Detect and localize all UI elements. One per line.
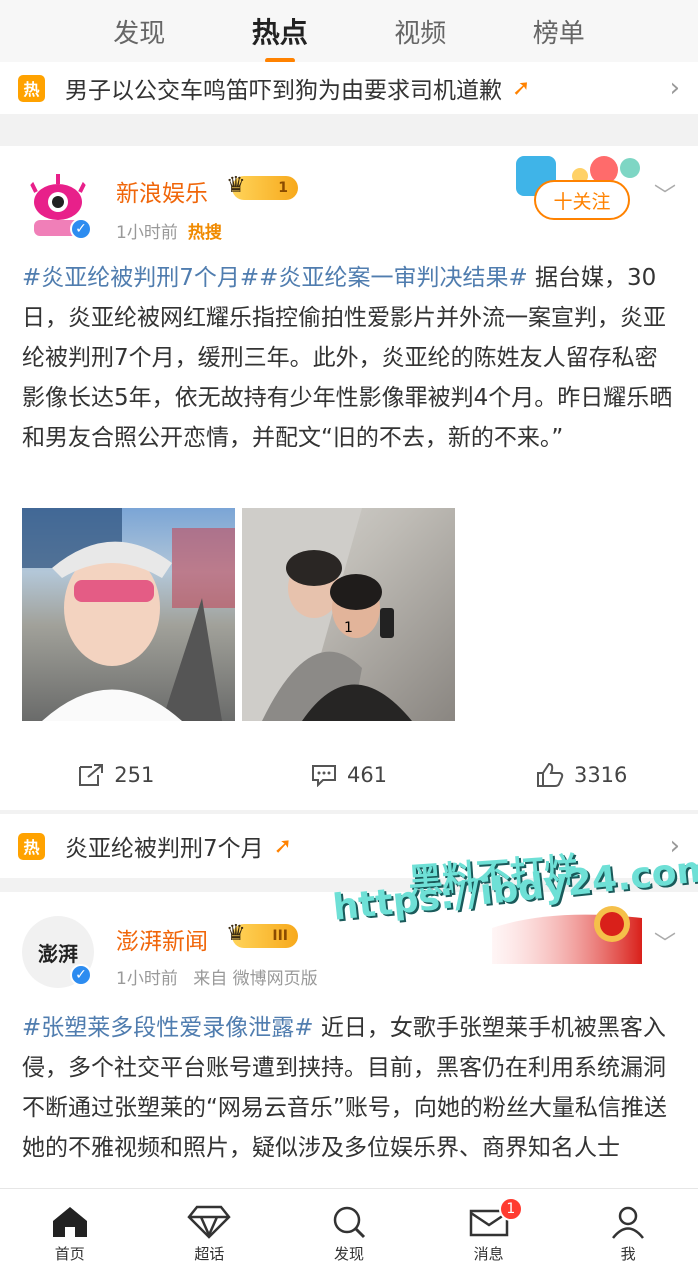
comment-icon (311, 765, 336, 787)
post-actions: 251 461 3316 (0, 750, 698, 800)
chevron-down-icon[interactable]: ﹀ (654, 926, 676, 958)
search-icon (333, 1206, 366, 1239)
tab-video[interactable]: 视频 (394, 13, 446, 50)
repost-button[interactable]: 251 (0, 750, 233, 800)
vip-badge: ♛ 1 (226, 173, 298, 200)
top-tab-bar: 发现 热点 视频 榜单 (0, 0, 698, 62)
unread-badge: 1 (498, 1197, 523, 1221)
hot-badge-icon: 热 (18, 832, 45, 860)
crown-icon: ♛ (226, 173, 246, 198)
post-meta: 1小时前 热搜 (116, 218, 222, 243)
post-card[interactable]: 澎湃 ✓ 澎湃新闻 ♛ III 1小时前 来自 微博网页版 ﹀ #张塑莱多段性爱… (0, 892, 698, 1192)
hot-badge-icon: 热 (18, 74, 45, 102)
weibo-hot-feed: 发现 热点 视频 榜单 热 男子以公交车鸣笛吓到狗为由要求司机道歉 ➚ › ✓ … (0, 0, 698, 1280)
vip-badge: ♛ III (226, 921, 298, 948)
thumbs-up-icon (536, 762, 564, 787)
comment-count: 461 (346, 763, 388, 787)
photo-index-mark: 1 (344, 620, 353, 636)
like-button[interactable]: 3316 (465, 750, 698, 800)
chevron-down-icon[interactable]: ﹀ (654, 178, 676, 210)
hot-search-tag[interactable]: 热搜 (188, 223, 222, 243)
post-body: #张塑莱多段性爱录像泄露# 近日，女歌手张塑莱手机被黑客入侵，多个社交平台账号遭… (22, 1008, 678, 1168)
post-card[interactable]: ✓ 新浪娱乐 ♛ 1 1小时前 热搜 十关注 ﹀ #炎亚纶被判刑7个月##炎亚纶案… (0, 146, 698, 810)
vip-level: III (272, 928, 288, 944)
diamond-icon (187, 1205, 232, 1239)
nav-home[interactable]: 首页 (0, 1189, 140, 1280)
hot-topic-text: 炎亚纶被判刑7个月 (65, 836, 264, 862)
post-meta: 1小时前 来自 微博网页版 (116, 964, 318, 989)
nav-label: 发现 (333, 1245, 364, 1263)
nav-messages[interactable]: 1 消息 (419, 1189, 559, 1280)
nav-label: 我 (620, 1245, 636, 1263)
trending-arrow-icon: ➚ (512, 75, 531, 101)
hashtag-link[interactable]: #炎亚纶被判刑7个月##炎亚纶案一审判决结果# (22, 265, 528, 291)
nav-label: 消息 (473, 1245, 504, 1263)
nav-label: 首页 (54, 1245, 85, 1263)
home-icon (52, 1207, 87, 1237)
tab-rankings[interactable]: 榜单 (533, 13, 585, 50)
couple-photo-image (242, 508, 412, 721)
follow-button[interactable]: 十关注 (534, 180, 630, 220)
post-body: #炎亚纶被判刑7个月##炎亚纶案一审判决结果# 据台媒，30日，炎亚纶被网红耀乐… (22, 258, 678, 458)
repost-count: 251 (114, 763, 155, 787)
author-name[interactable]: 澎湃新闻 (116, 922, 208, 956)
like-count: 3316 (573, 763, 628, 787)
nav-me[interactable]: 我 (558, 1189, 698, 1280)
post-photo[interactable]: 1 (242, 508, 455, 721)
avatar-text: 澎湃 (38, 941, 78, 966)
author-name[interactable]: 新浪娱乐 (116, 174, 208, 208)
hot-topic-bar[interactable]: 热 男子以公交车鸣笛吓到狗为由要求司机道歉 ➚ › (0, 62, 698, 114)
tab-hot[interactable]: 热点 (252, 11, 308, 51)
trending-arrow-icon: ➚ (273, 833, 293, 859)
vip-level: 1 (278, 180, 288, 196)
post-text-line: 近日，女歌手张塑莱手机被 (313, 1015, 597, 1041)
chevron-right-icon: › (669, 73, 680, 103)
post-photo[interactable] (22, 508, 235, 721)
nav-label: 超话 (194, 1245, 225, 1263)
post-text-line: 据台 (527, 265, 582, 291)
verified-icon: ✓ (70, 964, 92, 986)
verified-icon: ✓ (70, 218, 92, 240)
crown-icon: ♛ (226, 921, 246, 946)
user-icon (612, 1206, 645, 1239)
post-source: 来自 微博网页版 (193, 969, 318, 989)
hot-topic-text: 男子以公交车鸣笛吓到狗为由要求司机道歉 (65, 78, 502, 104)
nav-discover[interactable]: 发现 (279, 1189, 419, 1280)
repost-icon (79, 764, 104, 786)
comment-button[interactable]: 461 (233, 750, 466, 800)
tab-discover[interactable]: 发现 (113, 13, 165, 50)
hashtag-link[interactable]: #张塑莱多段性爱录像泄露# (22, 1015, 314, 1041)
bottom-nav: 首页 超话 发现 1 消息 我 (0, 1188, 698, 1280)
nav-super-topic[interactable]: 超话 (140, 1189, 280, 1280)
post-time: 1小时前 (116, 223, 178, 243)
post-time: 1小时前 (116, 969, 178, 989)
post-text-rest: 媒，30日，炎亚纶被网红耀乐指控偷拍性爱影片并外流一案宣判，炎亚纶被判刑7个月，… (22, 265, 673, 451)
selfie-street-image (22, 508, 235, 721)
